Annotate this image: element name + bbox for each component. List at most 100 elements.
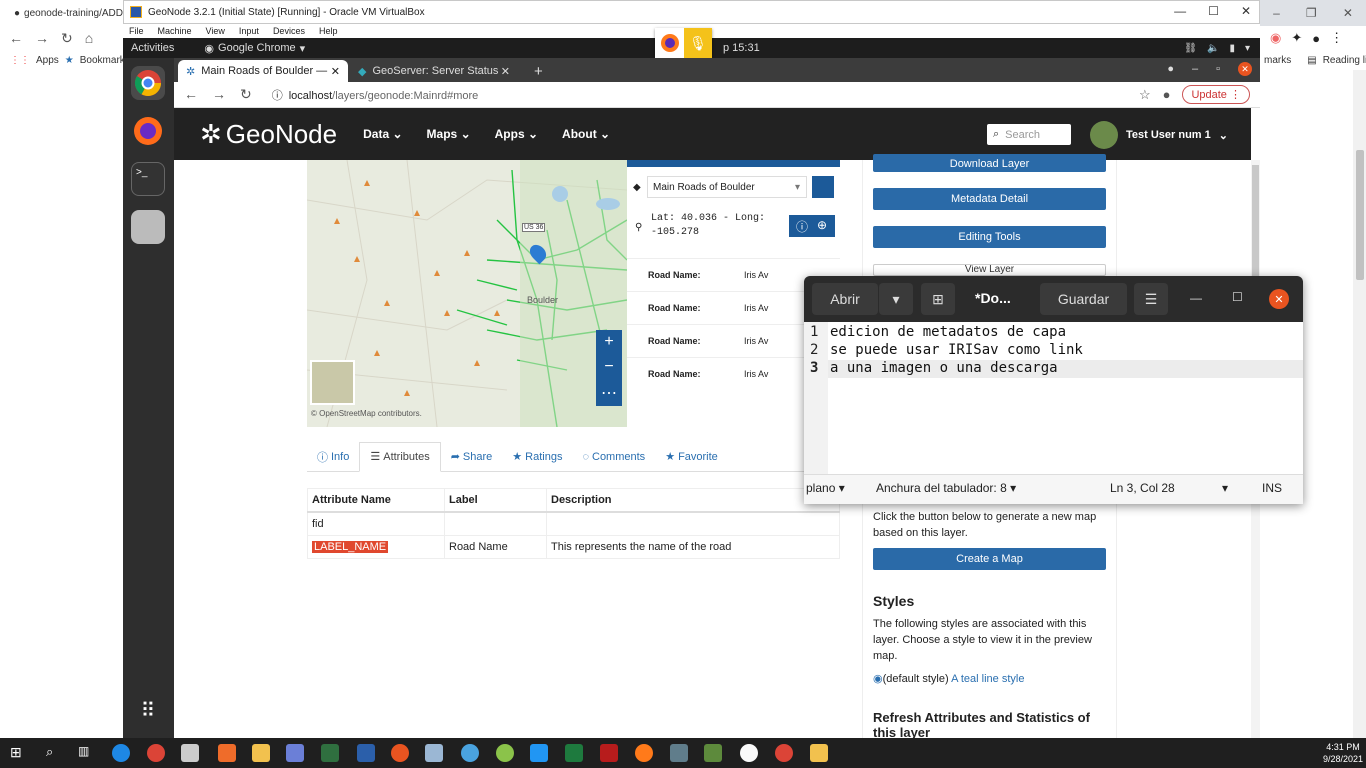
basemap-switcher[interactable] (310, 360, 355, 405)
user-menu[interactable]: Test User num 1 ⌄ (1090, 121, 1228, 149)
chevron-down-icon[interactable]: ▾ (1222, 481, 1228, 495)
record-icon[interactable]: ● (1167, 63, 1174, 75)
close-icon[interactable]: ✕ (1343, 6, 1353, 20)
open-dropdown-button[interactable]: ▾ (879, 283, 913, 315)
more-button[interactable]: ⋯ (601, 383, 617, 403)
create-map-button[interactable]: Create a Map (873, 548, 1106, 570)
tab-ratings[interactable]: ★ Ratings (502, 442, 572, 472)
tab-comments[interactable]: ◌ Comments (572, 442, 655, 472)
app-icon[interactable] (704, 744, 722, 762)
app-icon[interactable] (670, 744, 688, 762)
virtualbox-icon[interactable] (810, 744, 828, 762)
home-icon[interactable]: ⌂ (85, 30, 93, 46)
radio-icon[interactable]: ◉ (873, 673, 883, 685)
editing-tools-button[interactable]: Editing Tools (873, 226, 1106, 248)
close-icon[interactable]: ✕ (331, 65, 340, 78)
close-icon[interactable]: ✕ (1238, 62, 1252, 76)
clock[interactable]: p 15:31 (723, 42, 760, 54)
taskbar-clock[interactable]: 4:31 PM 9/28/2021 (1320, 741, 1366, 765)
notification-popup[interactable]: 🎙 (655, 28, 712, 58)
minimize-icon[interactable]: — (1174, 4, 1186, 18)
menu-devices[interactable]: Devices (273, 26, 305, 36)
search-icon[interactable]: ⌕ (46, 744, 64, 762)
app-icon[interactable] (218, 744, 236, 762)
tab-favorite[interactable]: ★ Favorite (655, 442, 728, 472)
layer-info-button[interactable] (812, 176, 834, 198)
zoom-out-button[interactable]: − (604, 358, 613, 376)
folder-icon[interactable] (252, 744, 270, 762)
app-icon[interactable] (461, 744, 479, 762)
identify-actions[interactable]: ⓘ ⊕ (789, 215, 835, 237)
cursor-position[interactable]: Ln 3, Col 28 (1110, 481, 1175, 495)
nav-data[interactable]: Data ⌄ (363, 127, 402, 141)
search-input[interactable]: ⌕ Search (987, 124, 1071, 145)
star-icon[interactable]: ☆ (1139, 87, 1151, 103)
filezilla-icon[interactable] (600, 744, 618, 762)
geonode-logo[interactable]: ✲ GeoNode (200, 119, 337, 150)
profile-icon[interactable]: ● (1312, 31, 1320, 46)
app-icon[interactable] (740, 744, 758, 762)
forward-icon[interactable]: → (35, 30, 49, 46)
minimize-icon[interactable]: — (1190, 291, 1202, 305)
nav-maps[interactable]: Maps ⌄ (427, 127, 471, 141)
reload-icon[interactable]: ↻ (61, 30, 73, 47)
app-icon[interactable] (635, 744, 653, 762)
text-line[interactable]: a una imagen o una descarga (830, 360, 1058, 376)
url-field[interactable]: ⓘ localhost/layers/geonode:Mainrd#more (272, 87, 479, 103)
menu-input[interactable]: Input (239, 26, 259, 36)
chrome-icon[interactable] (775, 744, 793, 762)
download-layer-button[interactable]: Download Layer (873, 154, 1106, 172)
chrome-icon[interactable] (147, 744, 165, 762)
globe-icon[interactable]: ⊕ (817, 218, 827, 232)
new-document-button[interactable]: ⊞ (921, 283, 955, 315)
maximize-icon[interactable]: ☐ (1208, 4, 1219, 18)
view-layer-button[interactable]: View Layer (873, 264, 1106, 276)
restore-icon[interactable]: ❐ (1306, 6, 1317, 20)
minimize-icon[interactable]: – (1273, 6, 1280, 20)
menu-help[interactable]: Help (319, 26, 338, 36)
terminal-icon[interactable] (321, 744, 339, 762)
tab-width-selector[interactable]: Anchura del tabulador: 8 ▾ (876, 481, 1016, 495)
info-icon[interactable]: ⓘ (796, 218, 808, 235)
tab-share[interactable]: ➦ Share (441, 442, 503, 472)
profile-icon[interactable]: ● (1163, 87, 1171, 102)
kebab-icon[interactable]: ⋮ (1330, 30, 1343, 46)
menu-file[interactable]: File (129, 26, 144, 36)
bookmark-apps[interactable]: Apps (36, 55, 59, 66)
virtualbox-icon[interactable] (425, 744, 443, 762)
activities-button[interactable]: Activities (131, 42, 174, 54)
language-selector[interactable]: plano ▾ (806, 481, 845, 495)
close-icon[interactable]: ✕ (501, 65, 510, 78)
store-icon[interactable] (181, 744, 199, 762)
powershell-icon[interactable] (357, 744, 375, 762)
firefox-icon[interactable] (131, 114, 165, 148)
minimize-icon[interactable]: – (1192, 63, 1198, 75)
back-icon[interactable]: ← (184, 86, 198, 103)
puzzle-icon[interactable]: ✦ (1291, 30, 1302, 46)
style-link[interactable]: A teal line style (951, 673, 1024, 685)
metadata-detail-button[interactable]: Metadata Detail (873, 188, 1106, 210)
maximize-icon[interactable]: ☐ (1232, 290, 1243, 304)
close-icon[interactable]: ✕ (1241, 4, 1251, 18)
text-line[interactable]: se puede usar IRISav como link (830, 342, 1083, 358)
app-menu[interactable]: ◉ Google Chrome ▾ (204, 42, 305, 55)
tab-main-roads[interactable]: ✲ Main Roads of Boulder — ✕ (178, 60, 348, 82)
menu-view[interactable]: View (206, 26, 225, 36)
edge-icon[interactable] (112, 744, 130, 762)
app-icon[interactable] (286, 744, 304, 762)
tab-info[interactable]: ⓘ Info (307, 442, 359, 472)
files-icon[interactable] (131, 210, 165, 244)
forward-icon[interactable]: → (212, 86, 226, 103)
tab-geoserver[interactable]: ◆ GeoServer: Server Status ✕ (350, 60, 518, 82)
menu-machine[interactable]: Machine (158, 26, 192, 36)
back-icon[interactable]: ← (9, 30, 23, 46)
open-button[interactable]: Abrir (812, 283, 878, 315)
extension-icon[interactable]: ◉ (1270, 30, 1281, 46)
task-view-icon[interactable]: ▥ (78, 744, 96, 762)
identify-layer-select[interactable]: Main Roads of Boulder ▾ (647, 176, 807, 198)
qgis-icon[interactable] (496, 744, 514, 762)
close-icon[interactable]: ✕ (1269, 289, 1289, 309)
restore-icon[interactable]: ▫ (1216, 63, 1220, 75)
vscode-icon[interactable] (530, 744, 548, 762)
bookmark-marks[interactable]: marks (1264, 55, 1291, 66)
